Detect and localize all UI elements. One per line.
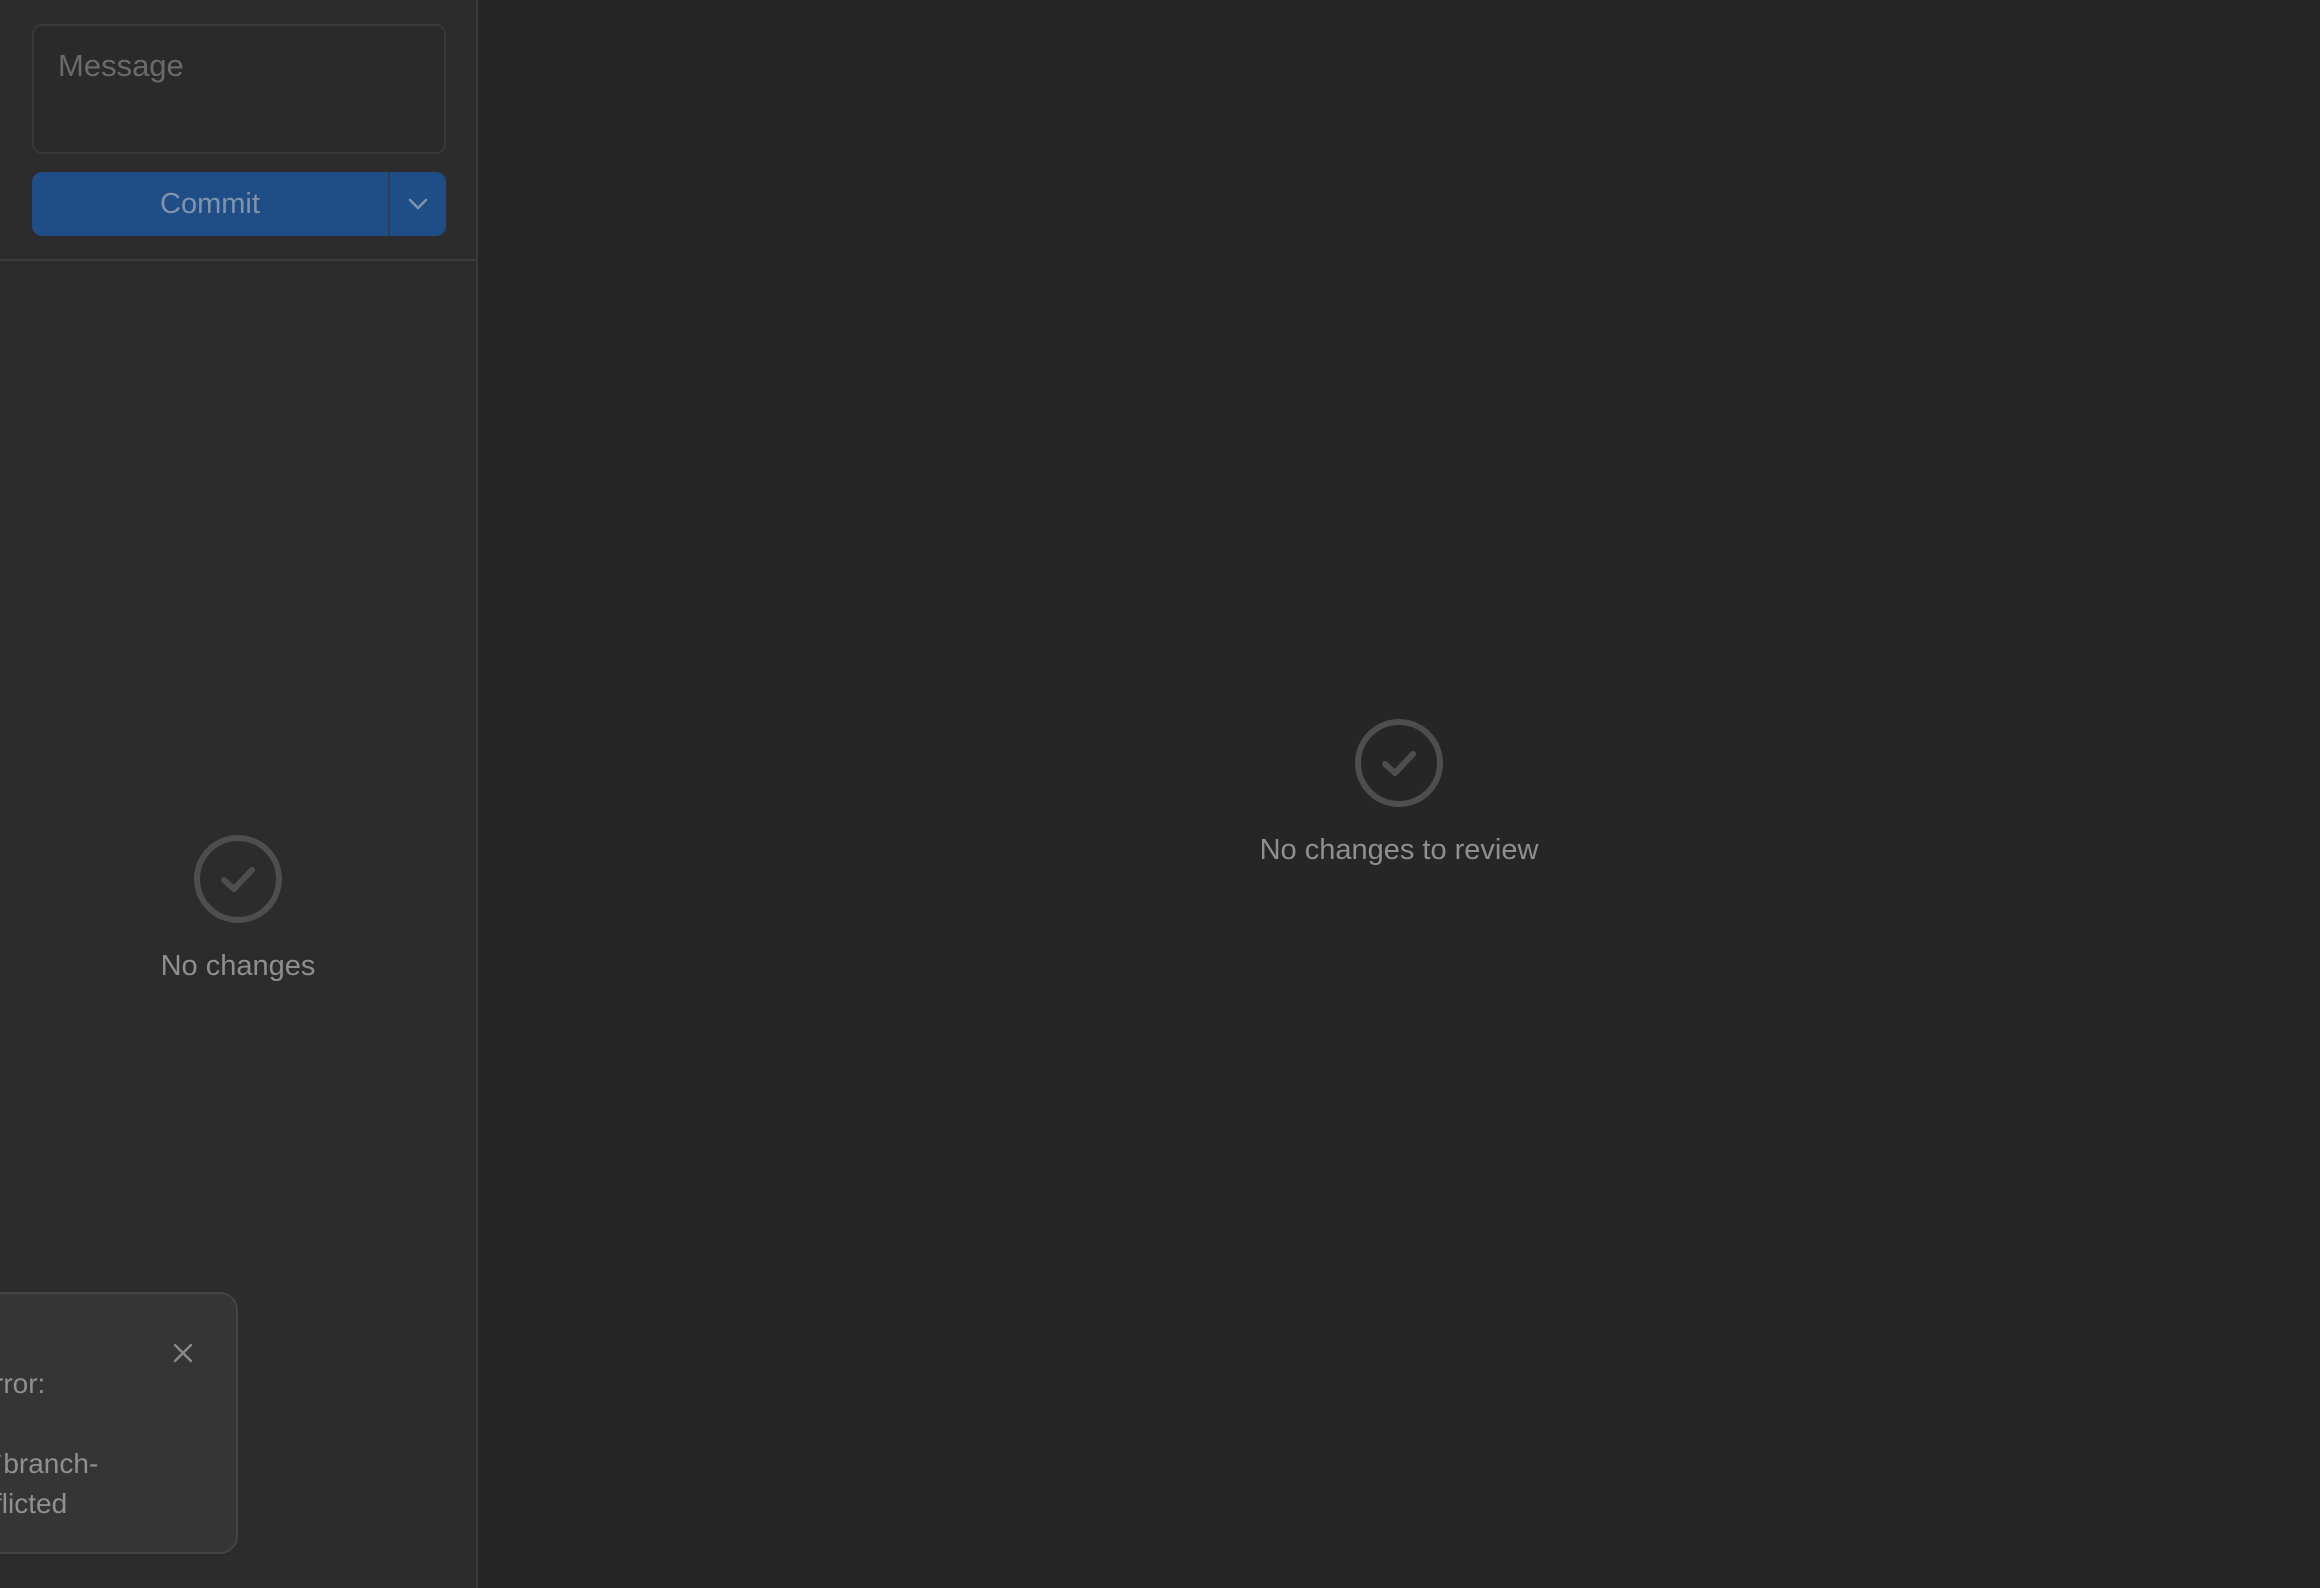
sidebar-empty-state: No changes [0, 834, 476, 983]
check-circle-icon [1355, 719, 1443, 807]
review-empty-label: No changes to review [1259, 834, 1539, 866]
chevron-down-icon [408, 198, 428, 210]
review-empty-state: No changes to review [478, 718, 2320, 867]
commit-button-group: Commit [32, 172, 446, 236]
toast-text-line-3: flicted [0, 1488, 68, 1519]
toast-text-line-1: rror: [0, 1368, 46, 1399]
error-toast: rror: `branch- flicted [0, 1292, 238, 1554]
toast-close-button[interactable] [168, 1338, 198, 1368]
commit-options-button[interactable] [390, 172, 446, 236]
commit-panel: Commit [0, 0, 476, 261]
toast-text-line-2: `branch- [0, 1448, 99, 1479]
close-icon [173, 1343, 193, 1363]
sidebar: Commit No changes [0, 0, 478, 1588]
sidebar-empty-label: No changes [160, 950, 316, 982]
check-circle-icon [194, 835, 282, 923]
commit-message-field[interactable] [32, 24, 446, 154]
app-window: Commit No changes [0, 0, 2320, 1588]
commit-button[interactable]: Commit [32, 172, 388, 236]
